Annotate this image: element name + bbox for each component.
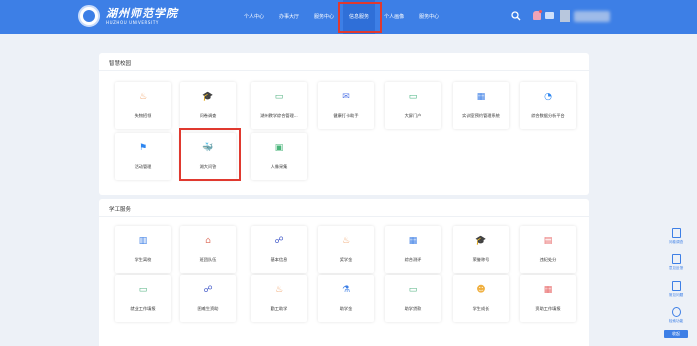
sidebar-feedback[interactable]: 意见反馈 bbox=[665, 254, 687, 271]
document-icon: ▤ bbox=[543, 236, 553, 246]
app-tile[interactable]: ⚑ 活动管理 bbox=[115, 133, 171, 180]
screen-icon: ▭ bbox=[408, 92, 418, 102]
app-tile[interactable]: ▤ 违纪处分 bbox=[520, 226, 576, 273]
app-tile-label: 学生离校 bbox=[134, 257, 152, 262]
app-tile-label: 学生成长 bbox=[472, 306, 490, 311]
survey-icon bbox=[671, 228, 681, 238]
app-tile[interactable]: ▦ 实训室预约管理系统 bbox=[453, 82, 509, 129]
app-tile[interactable]: ▭ 大屏门户 bbox=[385, 82, 441, 129]
nav-service-center[interactable]: 服务中心 bbox=[308, 0, 340, 34]
app-tile[interactable]: ☍ 基本信息 bbox=[251, 226, 307, 273]
bank-icon: ⌂ bbox=[205, 236, 211, 246]
screen-icon: ▭ bbox=[408, 285, 418, 295]
flag-icon: ⚑ bbox=[138, 143, 148, 153]
app-tile-label: 违纪处分 bbox=[539, 257, 557, 262]
sidebar-faq[interactable]: 常见问题 bbox=[665, 281, 687, 298]
username-blurred[interactable] bbox=[574, 11, 610, 22]
app-tile-label: 基本信息 bbox=[270, 257, 288, 262]
section-title: 智慧校园 bbox=[109, 61, 132, 67]
app-tile[interactable]: ▭ 助学贷款 bbox=[385, 275, 441, 322]
people-heart-icon: ♨ bbox=[274, 285, 284, 295]
building-icon: ▥ bbox=[138, 236, 148, 246]
app-tile-label: 人像采集 bbox=[270, 164, 288, 169]
sidebar-collapse-button[interactable]: 收起 bbox=[664, 330, 688, 338]
app-tile[interactable]: ▭ 就业工作填报 bbox=[115, 275, 171, 322]
nav-highlight-box bbox=[338, 2, 382, 33]
app-tile[interactable]: 🎓 问卷调查 bbox=[180, 82, 236, 129]
app-tile[interactable]: ✉ 健康打卡助手 bbox=[318, 82, 374, 129]
app-tile-label: 失物招领 bbox=[134, 113, 152, 118]
app-tile[interactable]: ♨ 勤工助学 bbox=[251, 275, 307, 322]
tile-highlight-box bbox=[179, 128, 241, 181]
nav-service-center-2[interactable]: 服务中心 bbox=[413, 0, 445, 34]
logo-english-name: HUZHOU UNIVERSITY bbox=[106, 19, 159, 25]
university-emblem-icon bbox=[78, 5, 100, 27]
users-icon: ☍ bbox=[274, 236, 284, 246]
search-icon[interactable] bbox=[511, 11, 521, 21]
notification-badge bbox=[539, 10, 542, 13]
message-icon bbox=[671, 254, 681, 264]
sidebar-survey[interactable]: 问卷调查 bbox=[665, 228, 687, 245]
app-tile-label: 综合数据分析平台 bbox=[531, 113, 565, 118]
app-tile-label: 活动管理 bbox=[134, 164, 152, 169]
user-avatar[interactable] bbox=[560, 10, 570, 22]
screen-icon: ▭ bbox=[138, 285, 148, 295]
section-divider bbox=[99, 70, 589, 71]
nav-service-hall[interactable]: 办事大厅 bbox=[273, 0, 305, 34]
app-tile[interactable]: 🎓 荣誉称号 bbox=[453, 226, 509, 273]
people-heart-icon: ♨ bbox=[138, 92, 148, 102]
app-tile-label: 大屏门户 bbox=[404, 113, 422, 118]
app-tile-label: 困难生资助 bbox=[197, 306, 219, 311]
chart-icon: ◔ bbox=[544, 92, 552, 102]
app-tile[interactable]: ♨ 失物招领 bbox=[115, 82, 171, 129]
nav-personal-center[interactable]: 个人中心 bbox=[238, 0, 270, 34]
app-tile-label: 班团队伍 bbox=[199, 257, 217, 262]
university-logo[interactable]: 湖州师范学院 HUZHOU UNIVERSITY bbox=[78, 5, 178, 27]
section-title: 学工服务 bbox=[109, 207, 132, 213]
app-tile-label: 荣誉称号 bbox=[472, 257, 490, 262]
camera-icon: ▣ bbox=[274, 143, 284, 153]
app-tile-label: 勤工助学 bbox=[270, 306, 288, 311]
app-tile-label: 奖学金 bbox=[339, 257, 353, 262]
app-tile-label: 健康打卡助手 bbox=[333, 113, 359, 118]
search-icon bbox=[671, 307, 681, 317]
app-tile[interactable]: ▦ 综合测评 bbox=[385, 226, 441, 273]
app-tile[interactable]: ▥ 学生离校 bbox=[115, 226, 171, 273]
app-tile[interactable]: ▭ 湖州教学综合管理... bbox=[251, 82, 307, 129]
people-heart-icon: ♨ bbox=[341, 236, 351, 246]
app-tile[interactable]: ▣ 人像采集 bbox=[251, 133, 307, 180]
graduation-cap-icon: 🎓 bbox=[475, 236, 487, 246]
faq-icon bbox=[671, 281, 681, 291]
app-tile[interactable]: ☻ 学生成长 bbox=[453, 275, 509, 322]
app-tile-label: 就业工作填报 bbox=[130, 306, 156, 311]
nav-personal-profile[interactable]: 个人画像 bbox=[378, 0, 410, 34]
app-tile[interactable]: ♨ 奖学金 bbox=[318, 226, 374, 273]
app-tile-label: 湖州教学综合管理... bbox=[260, 113, 298, 118]
calendar-icon: ▦ bbox=[543, 285, 553, 295]
app-tile-label: 综合测评 bbox=[404, 257, 422, 262]
app-tile-label: 助学金 bbox=[339, 306, 353, 311]
app-tile-label: 实训室预约管理系统 bbox=[462, 113, 500, 118]
app-tile-label: 问卷调查 bbox=[199, 113, 217, 118]
app-tile-label: 助学贷款 bbox=[404, 306, 422, 311]
table-icon: ▦ bbox=[408, 236, 418, 246]
mail-icon[interactable] bbox=[545, 12, 554, 19]
chat-icon: ✉ bbox=[342, 92, 350, 102]
logo-chinese-name: 湖州师范学院 bbox=[106, 6, 178, 20]
monitor-icon: ▭ bbox=[274, 92, 284, 102]
graduation-cap-icon: 🎓 bbox=[202, 92, 214, 102]
app-tile[interactable]: ⚗ 助学金 bbox=[318, 275, 374, 322]
teacher-icon: ☻ bbox=[476, 285, 486, 295]
flask-icon: ⚗ bbox=[341, 285, 351, 295]
sidebar-search[interactable]: 检索功能 bbox=[665, 307, 687, 324]
app-tile[interactable]: ▦ 资助工作填报 bbox=[520, 275, 576, 322]
section-divider bbox=[99, 216, 589, 217]
app-tile[interactable]: ◔ 综合数据分析平台 bbox=[520, 82, 576, 129]
app-tile[interactable]: ☍ 困难生资助 bbox=[180, 275, 236, 322]
app-tile[interactable]: ⌂ 班团队伍 bbox=[180, 226, 236, 273]
app-tile-label: 资助工作填报 bbox=[535, 306, 561, 311]
calendar-icon: ▦ bbox=[476, 92, 486, 102]
users-icon: ☍ bbox=[203, 285, 213, 295]
